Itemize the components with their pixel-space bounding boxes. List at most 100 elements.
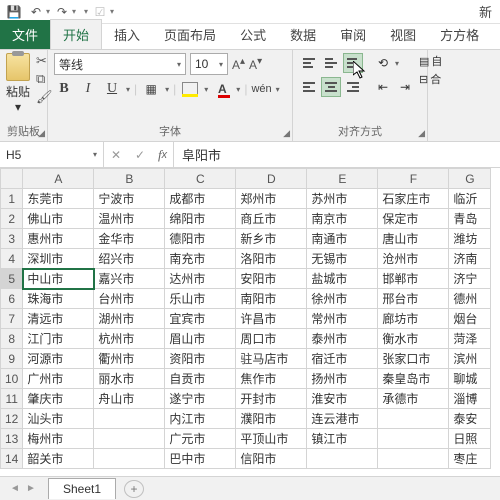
cell[interactable]: 德州 xyxy=(449,289,491,309)
cell[interactable]: 濮阳市 xyxy=(236,409,307,429)
col-header[interactable]: G xyxy=(449,169,491,189)
cell[interactable]: 石家庄市 xyxy=(378,189,449,209)
cell[interactable]: 眉山市 xyxy=(165,329,236,349)
cell[interactable]: 珠海市 xyxy=(23,289,94,309)
cell[interactable]: 清远市 xyxy=(23,309,94,329)
cell[interactable]: 东莞市 xyxy=(23,189,94,209)
row-header[interactable]: 14 xyxy=(1,449,23,469)
cell[interactable]: 汕头市 xyxy=(23,409,94,429)
row-header[interactable]: 3 xyxy=(1,229,23,249)
increase-indent-icon[interactable]: ⇥ xyxy=(395,77,415,97)
font-name-select[interactable]: 等线▾ xyxy=(54,53,186,75)
cell[interactable] xyxy=(94,429,165,449)
align-middle-icon[interactable] xyxy=(321,53,341,73)
cell[interactable]: 宿迁市 xyxy=(307,349,378,369)
cell[interactable]: 湖州市 xyxy=(94,309,165,329)
cell[interactable]: 商丘市 xyxy=(236,209,307,229)
cell[interactable]: 潍坊 xyxy=(449,229,491,249)
cell[interactable]: 新乡市 xyxy=(236,229,307,249)
col-header[interactable]: C xyxy=(165,169,236,189)
cell[interactable]: 青岛 xyxy=(449,209,491,229)
save-icon[interactable]: 💾 xyxy=(4,2,24,22)
cell[interactable]: 保定市 xyxy=(378,209,449,229)
cell[interactable]: 邢台市 xyxy=(378,289,449,309)
cell[interactable]: 衢州市 xyxy=(94,349,165,369)
row-header[interactable]: 8 xyxy=(1,329,23,349)
cell[interactable]: 烟台 xyxy=(449,309,491,329)
cell[interactable]: 佛山市 xyxy=(23,209,94,229)
cell[interactable]: 丽水市 xyxy=(94,369,165,389)
cell[interactable]: 德阳市 xyxy=(165,229,236,249)
cell[interactable]: 盐城市 xyxy=(307,269,378,289)
cell[interactable]: 内江市 xyxy=(165,409,236,429)
cell[interactable]: 日照 xyxy=(449,429,491,449)
align-right-icon[interactable] xyxy=(343,77,363,97)
cell[interactable]: 滨州 xyxy=(449,349,491,369)
align-center-icon[interactable] xyxy=(321,77,341,97)
spreadsheet-grid[interactable]: A B C D E F G 1东莞市宁波市成都市郑州市苏州市石家庄市临沂2佛山市… xyxy=(0,168,500,469)
col-header[interactable]: A xyxy=(23,169,94,189)
cell[interactable]: 广州市 xyxy=(23,369,94,389)
italic-button[interactable]: I xyxy=(78,79,98,99)
wrap-text-button[interactable]: ▤自 xyxy=(419,53,442,69)
cell[interactable]: 秦皇岛市 xyxy=(378,369,449,389)
cell[interactable]: 遂宁市 xyxy=(165,389,236,409)
enter-icon[interactable]: ✓ xyxy=(128,148,152,162)
cell[interactable]: 连云港市 xyxy=(307,409,378,429)
clipboard-launcher-icon[interactable]: ◢ xyxy=(38,128,45,139)
cell[interactable]: 深圳市 xyxy=(23,249,94,269)
paste-button[interactable]: 粘贴 ▾ xyxy=(6,53,30,114)
select-all-corner[interactable] xyxy=(1,169,23,189)
bold-button[interactable]: B xyxy=(54,79,74,99)
tab-insert[interactable]: 插入 xyxy=(102,20,152,49)
merge-center-button[interactable]: ⊟合 xyxy=(419,71,442,87)
cell[interactable] xyxy=(378,449,449,469)
name-box[interactable]: H5▾ xyxy=(0,142,104,167)
font-size-select[interactable]: 10▾ xyxy=(190,53,228,75)
tab-view[interactable]: 视图 xyxy=(378,20,428,49)
cell[interactable]: 泰州市 xyxy=(307,329,378,349)
sheet-tab[interactable]: Sheet1 xyxy=(48,478,116,499)
cell[interactable]: 承德市 xyxy=(378,389,449,409)
cell[interactable]: 菏泽 xyxy=(449,329,491,349)
row-header[interactable]: 4 xyxy=(1,249,23,269)
cell[interactable] xyxy=(94,449,165,469)
row-header[interactable]: 12 xyxy=(1,409,23,429)
cell[interactable]: 徐州市 xyxy=(307,289,378,309)
cell[interactable]: 巴中市 xyxy=(165,449,236,469)
cell[interactable]: 宁波市 xyxy=(94,189,165,209)
fx-icon[interactable]: fx xyxy=(152,142,174,167)
cell[interactable]: 南京市 xyxy=(307,209,378,229)
cell[interactable]: 聊城 xyxy=(449,369,491,389)
sheet-next-icon[interactable]: ► xyxy=(24,483,38,494)
align-top-icon[interactable] xyxy=(299,53,319,73)
row-header[interactable]: 9 xyxy=(1,349,23,369)
cell[interactable]: 泰安 xyxy=(449,409,491,429)
cell[interactable]: 信阳市 xyxy=(236,449,307,469)
cell[interactable]: 南充市 xyxy=(165,249,236,269)
row-header[interactable]: 11 xyxy=(1,389,23,409)
cell[interactable]: 驻马店市 xyxy=(236,349,307,369)
cell[interactable]: 常州市 xyxy=(307,309,378,329)
cell[interactable]: 苏州市 xyxy=(307,189,378,209)
cell[interactable]: 南阳市 xyxy=(236,289,307,309)
cell[interactable]: 舟山市 xyxy=(94,389,165,409)
cell[interactable]: 济宁 xyxy=(449,269,491,289)
chevron-down-icon[interactable]: ▾ xyxy=(93,150,97,159)
cell[interactable]: 南通市 xyxy=(307,229,378,249)
increase-font-icon[interactable]: A▴ xyxy=(232,56,245,72)
cell[interactable]: 资阳市 xyxy=(165,349,236,369)
row-header[interactable]: 5 xyxy=(1,269,23,289)
cell[interactable]: 广元市 xyxy=(165,429,236,449)
cell[interactable]: 中山市 xyxy=(23,269,94,289)
cell[interactable]: 韶关市 xyxy=(23,449,94,469)
cell[interactable]: 唐山市 xyxy=(378,229,449,249)
cell[interactable]: 淮安市 xyxy=(307,389,378,409)
fill-color-button[interactable] xyxy=(180,79,200,99)
cell[interactable]: 乐山市 xyxy=(165,289,236,309)
row-header[interactable]: 6 xyxy=(1,289,23,309)
cell[interactable]: 宜宾市 xyxy=(165,309,236,329)
cell[interactable]: 开封市 xyxy=(236,389,307,409)
cell[interactable]: 沧州市 xyxy=(378,249,449,269)
col-header[interactable]: B xyxy=(94,169,165,189)
